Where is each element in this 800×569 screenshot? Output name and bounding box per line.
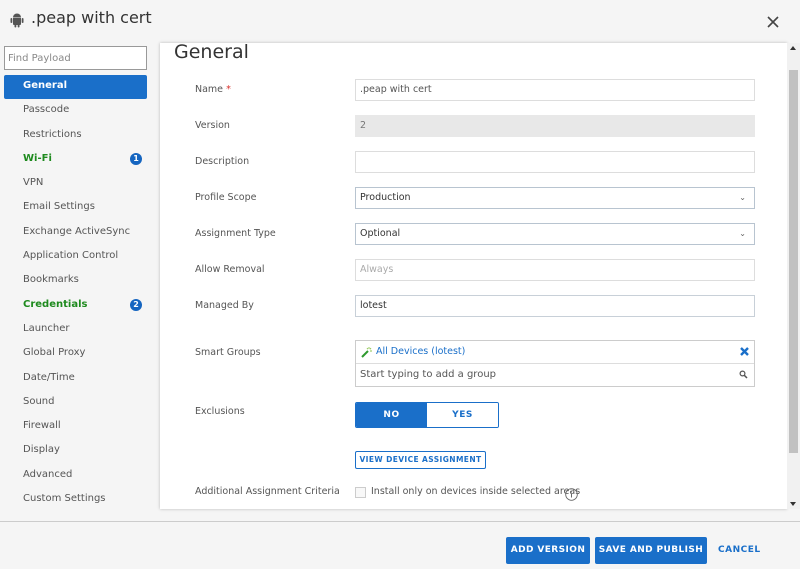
sidebar-item-global-proxy[interactable]: Global Proxy [4, 342, 147, 366]
name-input[interactable]: .peap with cert [355, 79, 755, 101]
sidebar-item-label: Global Proxy [23, 347, 86, 359]
scroll-thumb[interactable] [789, 70, 798, 453]
assignment-type-select[interactable]: Optional ⌄ [355, 223, 755, 245]
sidebar-item-wifi[interactable]: Wi-Fi 1 [4, 148, 147, 172]
sidebar-item-restrictions[interactable]: Restrictions [4, 124, 147, 148]
exclusions-yes-option[interactable]: YES [427, 403, 498, 427]
payload-sidebar: General Passcode Restrictions Wi-Fi 1 VPN… [0, 43, 158, 521]
sidebar-item-custom-settings[interactable]: Custom Settings [4, 488, 147, 512]
info-icon[interactable] [565, 488, 578, 501]
general-form-panel: General Name * .peap with cert Version 2… [160, 43, 787, 509]
profile-scope-select[interactable]: Production ⌄ [355, 187, 755, 209]
sidebar-item-application-control[interactable]: Application Control [4, 245, 147, 269]
smart-groups-label: Smart Groups [195, 347, 261, 358]
smart-group-name: All Devices (lotest) [376, 346, 466, 357]
sidebar-item-launcher[interactable]: Launcher [4, 318, 147, 342]
install-in-areas-label: Install only on devices inside selected … [371, 486, 581, 497]
scroll-up-arrow-icon[interactable] [790, 46, 796, 50]
remove-group-icon[interactable] [739, 346, 750, 357]
smart-group-search-input[interactable]: Start typing to add a group [356, 364, 754, 386]
sidebar-item-label: Credentials [23, 298, 88, 310]
assignment-type-label: Assignment Type [195, 228, 276, 239]
search-icon [739, 370, 748, 379]
sidebar-item-label: General [23, 80, 67, 91]
managed-by-label: Managed By [195, 300, 254, 311]
modal-title: .peap with cert [31, 8, 152, 27]
description-label: Description [195, 156, 250, 167]
sidebar-item-label: Sound [23, 395, 55, 407]
magic-wand-icon [361, 347, 372, 358]
sidebar-item-credentials[interactable]: Credentials 2 [4, 294, 147, 318]
sidebar-item-label: Launcher [23, 322, 70, 334]
add-version-button[interactable]: ADD VERSION [506, 537, 590, 564]
sidebar-item-general[interactable]: General [4, 75, 147, 100]
managed-by-input[interactable]: lotest [355, 295, 755, 317]
sidebar-item-label: Advanced [23, 468, 73, 480]
sidebar-item-label: Passcode [23, 104, 70, 116]
sidebar-item-label: Custom Settings [23, 493, 106, 505]
find-payload-input[interactable] [4, 46, 147, 70]
additional-criteria-label: Additional Assignment Criteria [195, 486, 340, 497]
smart-groups-field: All Devices (lotest) Start typing to add… [355, 340, 755, 387]
sidebar-item-bookmarks[interactable]: Bookmarks [4, 269, 147, 293]
scroll-down-arrow-icon[interactable] [790, 502, 796, 506]
modal-header: .peap with cert [0, 0, 800, 43]
chevron-down-icon: ⌄ [739, 229, 746, 238]
sidebar-item-label: Exchange ActiveSync [23, 225, 131, 237]
smart-group-chip: All Devices (lotest) [356, 341, 754, 364]
placeholder-text: Start typing to add a group [360, 369, 497, 380]
exclusions-no-option[interactable]: NO [356, 403, 427, 427]
name-label: Name * [195, 84, 231, 95]
sidebar-item-label: Display [23, 444, 60, 456]
sidebar-item-passcode[interactable]: Passcode [4, 99, 147, 123]
view-device-assignment-button[interactable]: VIEW DEVICE ASSIGNMENT [355, 451, 486, 469]
sidebar-item-label: Restrictions [23, 128, 82, 140]
count-badge: 2 [130, 298, 142, 311]
sidebar-item-sound[interactable]: Sound [4, 391, 147, 415]
select-value: Production [360, 192, 411, 203]
chevron-down-icon: ⌄ [739, 193, 746, 202]
description-input[interactable] [355, 151, 755, 173]
sidebar-item-firewall[interactable]: Firewall [4, 415, 147, 439]
cancel-button[interactable]: CANCEL [718, 537, 761, 564]
sidebar-item-exchange-activesync[interactable]: Exchange ActiveSync [4, 221, 147, 245]
sidebar-item-display[interactable]: Display [4, 439, 147, 463]
profile-scope-label: Profile Scope [195, 192, 257, 203]
version-field: 2 [355, 115, 755, 137]
exclusions-label: Exclusions [195, 406, 245, 417]
payload-nav: General Passcode Restrictions Wi-Fi 1 VPN… [4, 75, 147, 512]
sidebar-item-vpn[interactable]: VPN [4, 172, 147, 196]
android-icon [10, 13, 24, 28]
sidebar-item-label: Bookmarks [23, 274, 79, 286]
panel-scrollbar[interactable] [787, 43, 800, 509]
count-badge: 1 [130, 152, 142, 165]
sidebar-item-label: Wi-Fi [23, 152, 52, 164]
version-label: Version [195, 120, 230, 131]
sidebar-item-label: Date/Time [23, 371, 75, 383]
sidebar-item-label: Firewall [23, 420, 61, 432]
sidebar-item-advanced[interactable]: Advanced [4, 464, 147, 488]
sidebar-item-label: Application Control [23, 250, 119, 262]
section-title: General [174, 43, 249, 63]
sidebar-item-email-settings[interactable]: Email Settings [4, 196, 147, 220]
label-text: Name [195, 84, 224, 95]
sidebar-item-label: Email Settings [23, 201, 95, 213]
install-in-areas-checkbox[interactable] [355, 487, 366, 498]
allow-removal-field: Always [355, 259, 755, 281]
select-value: Optional [360, 228, 401, 239]
allow-removal-label: Allow Removal [195, 264, 265, 275]
required-marker: * [226, 84, 231, 95]
exclusions-toggle: NO YES [355, 402, 499, 428]
close-icon[interactable] [764, 13, 782, 31]
sidebar-item-date-time[interactable]: Date/Time [4, 367, 147, 391]
sidebar-item-label: VPN [23, 177, 44, 189]
save-and-publish-button[interactable]: SAVE AND PUBLISH [595, 537, 707, 564]
modal-footer: ADD VERSION SAVE AND PUBLISH CANCEL [0, 521, 800, 569]
